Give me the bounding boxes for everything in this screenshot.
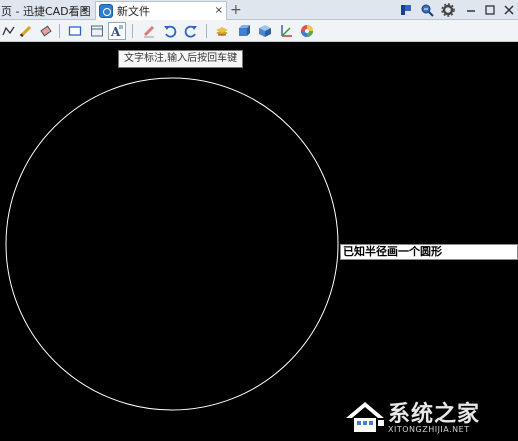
- new-tab-button[interactable]: +: [230, 1, 242, 19]
- tab-close-icon[interactable]: ×: [81, 4, 89, 15]
- tab-new-file[interactable]: 新文件 ×: [95, 1, 227, 20]
- toolbar-separator: [206, 24, 207, 38]
- tooltip: 文字标注,输入后按回车键: [118, 50, 244, 68]
- tab-label: 新文件: [117, 5, 150, 18]
- toolbar-separator: [59, 24, 60, 38]
- tab-cad-viewer[interactable]: 页 - 迅捷CAD看图 ×: [0, 1, 92, 20]
- tab-label: 页 - 迅捷CAD看图: [1, 4, 91, 18]
- text-annotation-icon[interactable]: A: [108, 22, 126, 40]
- gear-icon[interactable]: [440, 2, 456, 18]
- polyline-icon[interactable]: [0, 22, 18, 40]
- cad-file-icon: [99, 4, 113, 18]
- close-icon[interactable]: [501, 2, 517, 18]
- flag-icon[interactable]: [398, 2, 414, 18]
- drawing-canvas[interactable]: [0, 43, 518, 441]
- drawn-circle[interactable]: [5, 77, 339, 411]
- cube-icon[interactable]: [256, 22, 274, 40]
- tab-bar: 页 - 迅捷CAD看图 × 新文件 × +: [0, 0, 518, 20]
- watermark-url: XITONGZHIJIA.NET: [388, 425, 470, 434]
- cad-viewer-window: 页 - 迅捷CAD看图 × 新文件 × + A 文字标注,输入后按回车键 已知半…: [0, 0, 518, 441]
- pencil-icon[interactable]: [17, 22, 35, 40]
- text-annotation-input[interactable]: 已知半径画一个圆形: [340, 244, 518, 260]
- redo-icon[interactable]: [182, 22, 200, 40]
- zoom-icon[interactable]: [419, 2, 435, 18]
- maximize-icon[interactable]: [482, 2, 498, 18]
- 3d-box-icon[interactable]: [235, 22, 253, 40]
- rectangle-icon[interactable]: [66, 22, 84, 40]
- watermark: 系统之家 XITONGZHIJIA.NET: [340, 392, 518, 441]
- layout-icon[interactable]: [88, 22, 106, 40]
- highlighter-icon[interactable]: [140, 22, 158, 40]
- eraser-icon[interactable]: [37, 22, 55, 40]
- layers-icon[interactable]: [213, 22, 231, 40]
- undo-icon[interactable]: [161, 22, 179, 40]
- watermark-brand: 系统之家: [388, 402, 481, 427]
- toolbar: A: [0, 20, 518, 42]
- house-logo-icon: [346, 402, 384, 432]
- tab-close-icon[interactable]: ×: [215, 5, 223, 16]
- axes-icon[interactable]: [277, 22, 295, 40]
- color-wheel-icon[interactable]: [298, 22, 316, 40]
- minimize-icon[interactable]: [463, 2, 479, 18]
- toolbar-separator: [132, 24, 133, 38]
